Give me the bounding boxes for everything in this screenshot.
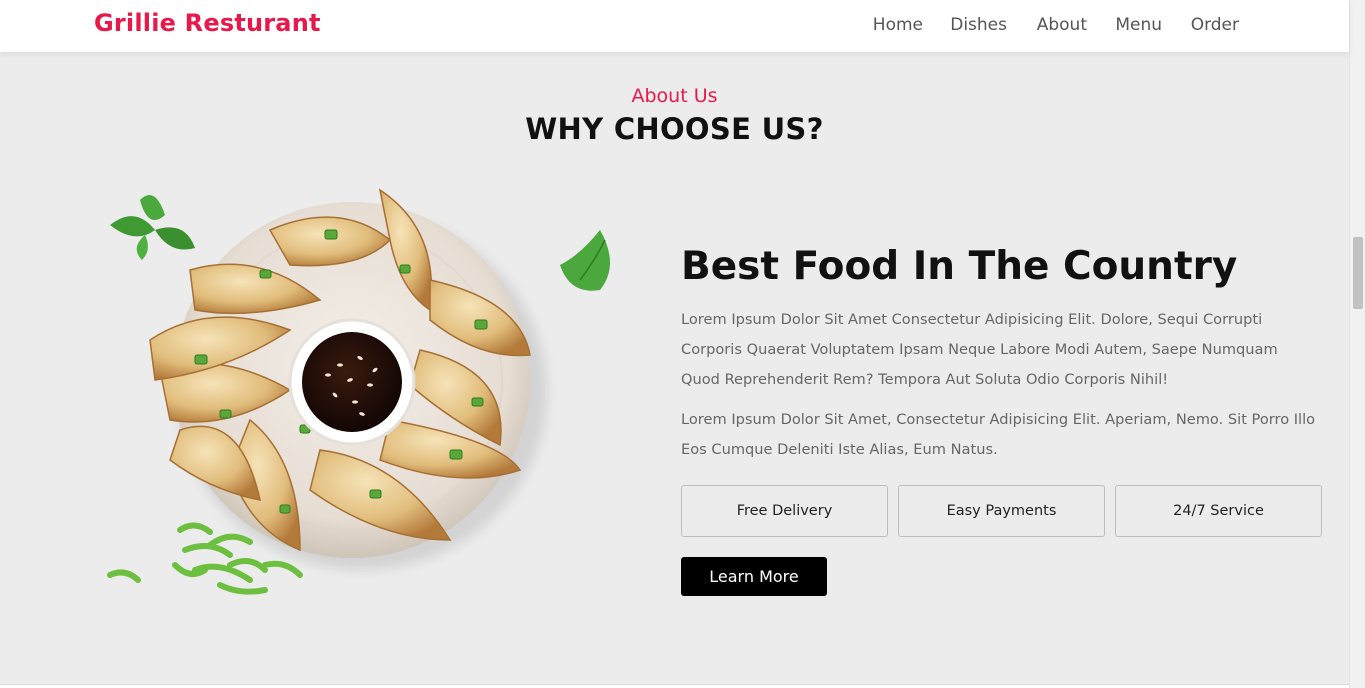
feature-free-delivery: Free Delivery [681,485,888,537]
section-subheading: About Us [631,85,718,107]
feature-easy-payments: Easy Payments [898,485,1105,537]
site-header: Grillie Resturant Home Dishes About Menu… [0,0,1349,52]
section-divider [0,681,1349,688]
scrollbar-thumb[interactable] [1353,237,1363,309]
page-scrollbar[interactable] [1349,0,1365,688]
content-paragraph-1: Lorem Ipsum Dolor Sit Amet Consectetur A… [681,311,1278,388]
brand-logo[interactable]: Grillie Resturant [94,9,321,37]
dumplings-plate-image [107,188,610,595]
nav-about[interactable]: About [1037,15,1087,35]
mint-leaf-icon [110,195,195,260]
nav-dishes[interactable]: Dishes [950,15,1007,35]
mint-leaf-icon [560,230,610,291]
nav-home[interactable]: Home [873,15,923,35]
learn-more-button[interactable]: Learn More [681,557,827,596]
nav-menu[interactable]: Menu [1115,15,1162,35]
section-heading: WHY CHOOSE US? [525,112,824,146]
content-title: Best Food In The Country [681,244,1238,289]
content-paragraph-2: Lorem Ipsum Dolor Sit Amet, Consectetur … [681,411,1316,458]
feature-24-7-service: 24/7 Service [1115,485,1322,537]
nav-order[interactable]: Order [1191,15,1239,35]
